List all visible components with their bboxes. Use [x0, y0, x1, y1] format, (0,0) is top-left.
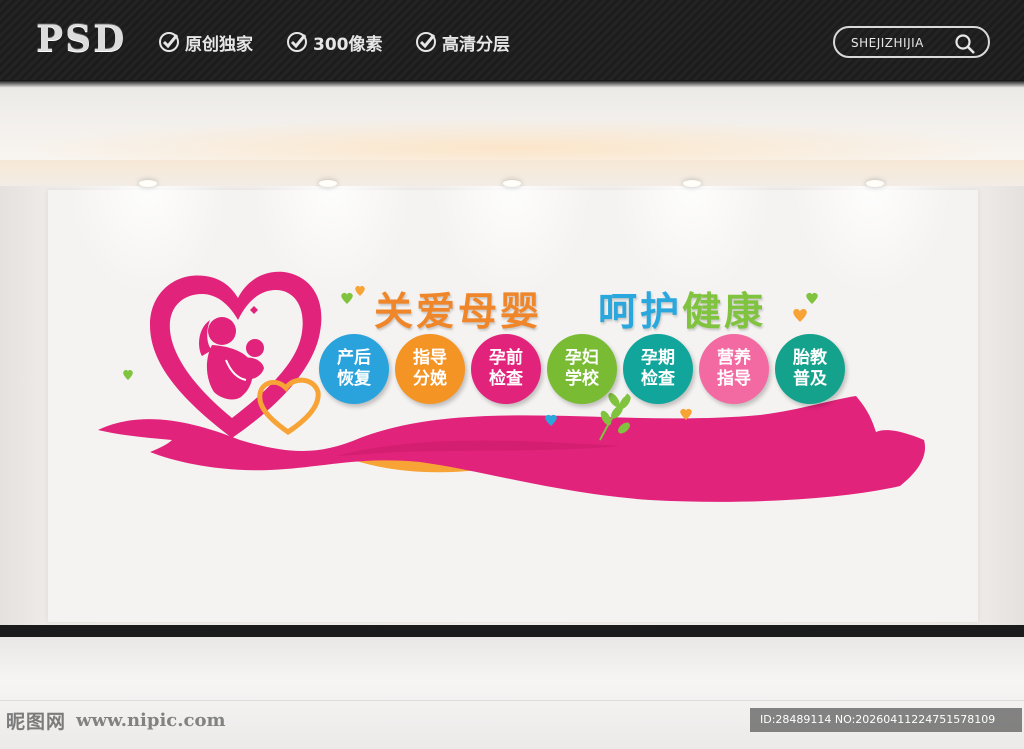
watermark-site-logo: 昵图网	[6, 710, 67, 733]
small-heart-green	[341, 292, 353, 304]
circle-line2: 检查	[641, 369, 675, 389]
small-heart	[250, 306, 258, 314]
service-circle: 产后 恢复	[319, 334, 389, 404]
slogan-title-left: 关爱母婴	[374, 290, 543, 335]
service-circle: 孕妇 学校	[547, 334, 617, 404]
circle-line1: 孕前	[489, 348, 523, 368]
circle-line1: 指导	[413, 348, 447, 368]
service-circle: 胎教 普及	[775, 334, 845, 404]
slogan-title-right-part1: 呵护	[598, 290, 683, 335]
circle-line2: 普及	[793, 369, 827, 389]
circle-line2: 检查	[489, 369, 523, 389]
service-circle: 营养 指导	[699, 334, 769, 404]
circle-line1: 孕期	[641, 348, 675, 368]
slogan-title-right: 呵护健康	[598, 281, 766, 337]
circle-line2: 恢复	[337, 369, 371, 389]
circle-line1: 胎教	[793, 348, 827, 368]
service-circle: 孕前 检查	[471, 334, 541, 404]
watermark-left: 昵图网 www.nipic.com	[6, 706, 226, 734]
small-heart-orange	[355, 285, 365, 296]
small-heart-green	[806, 292, 818, 304]
small-heart-green	[123, 369, 133, 380]
watermark-url[interactable]: www.nipic.com	[76, 710, 226, 731]
circle-line2: 分娩	[413, 369, 447, 389]
service-circle: 孕期 检查	[623, 334, 693, 404]
circle-line2: 指导	[717, 369, 751, 389]
circle-line2: 学校	[565, 369, 599, 389]
mother-baby-icon	[199, 317, 264, 400]
circle-line1: 营养	[717, 348, 751, 368]
watermark-id: ID:28489114 NO:20260411224751578109	[750, 708, 1022, 732]
circle-line1: 孕妇	[565, 348, 599, 368]
service-circle: 指导 分娩	[395, 334, 465, 404]
circle-line1: 产后	[337, 348, 371, 368]
slogan-title-right-part2: 健康	[682, 290, 767, 335]
small-heart-orange	[793, 308, 807, 322]
